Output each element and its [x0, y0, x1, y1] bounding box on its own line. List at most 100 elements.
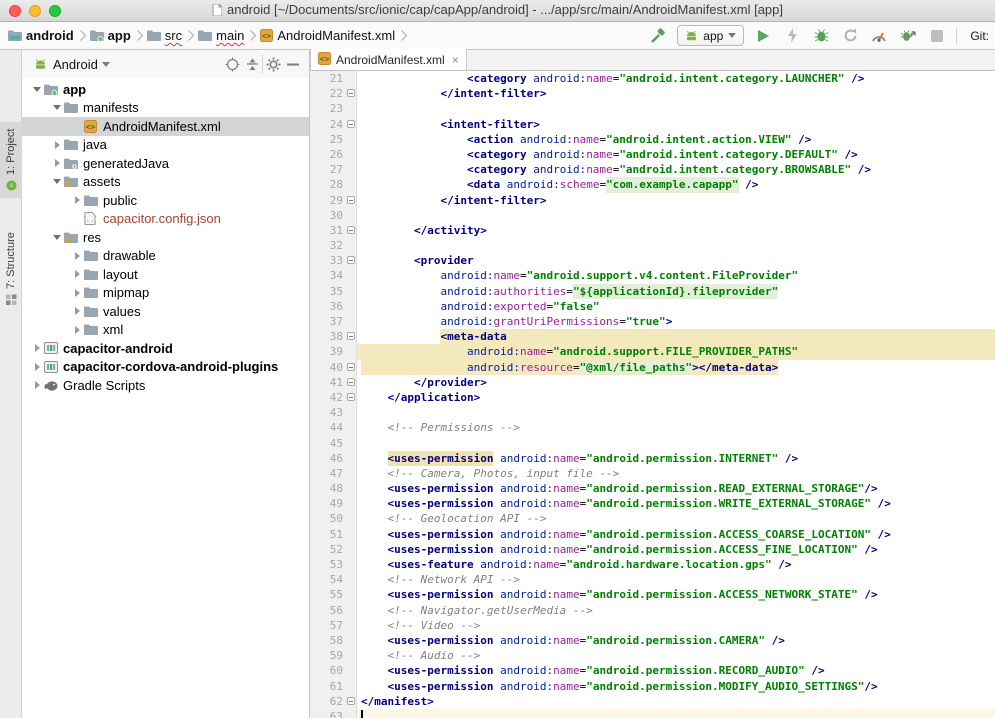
code-line-41[interactable]: </provider> [357, 375, 995, 390]
line-number[interactable]: 22 [310, 86, 356, 101]
line-number[interactable]: 51 [310, 527, 356, 542]
code-line-48[interactable]: <uses-permission android:name="android.p… [357, 481, 995, 496]
line-number[interactable]: 27 [310, 162, 356, 177]
expand-arrow-icon[interactable] [30, 363, 44, 371]
fold-marker-icon[interactable] [347, 196, 355, 204]
tree-item-gradle-scripts[interactable]: Gradle Scripts [22, 376, 309, 395]
line-number[interactable]: 21 [310, 71, 356, 86]
expand-arrow-icon[interactable] [70, 270, 84, 278]
tree-item-capacitor-android[interactable]: capacitor-android [22, 339, 309, 358]
line-number[interactable]: 30 [310, 208, 356, 223]
locate-file-button[interactable] [222, 54, 242, 74]
code-line-59[interactable]: <!-- Audio --> [357, 648, 995, 663]
line-number[interactable]: 54 [310, 572, 356, 587]
expand-arrow-icon[interactable] [70, 289, 84, 297]
line-number[interactable]: 29 [310, 193, 356, 208]
code-line-21[interactable]: <category android:name="android.intent.c… [357, 71, 995, 86]
tab-androidmanifest[interactable]: <> AndroidManifest.xml × [310, 49, 467, 70]
code-line-39[interactable]: android:name="android.support.FILE_PROVI… [357, 344, 995, 359]
line-number[interactable]: 48 [310, 481, 356, 496]
apply-changes-button[interactable] [782, 26, 802, 46]
line-number[interactable]: 58 [310, 633, 356, 648]
editor-gutter[interactable]: 2122232425262728293031323334353637383940… [310, 71, 357, 718]
code-line-38[interactable]: <meta-data [357, 329, 995, 344]
code-line-63[interactable] [357, 709, 995, 718]
build-hammer-button[interactable] [648, 26, 668, 46]
line-number[interactable]: 26 [310, 147, 356, 162]
line-number[interactable]: 63 [310, 709, 356, 718]
fold-marker-icon[interactable] [347, 256, 355, 264]
line-number[interactable]: 55 [310, 587, 356, 602]
tree-item-mipmap[interactable]: mipmap [22, 284, 309, 303]
line-number[interactable]: 41 [310, 375, 356, 390]
line-number[interactable]: 60 [310, 663, 356, 678]
line-number[interactable]: 45 [310, 436, 356, 451]
expand-arrow-icon[interactable] [70, 307, 84, 315]
collapse-all-button[interactable] [242, 54, 262, 74]
line-number[interactable]: 24 [310, 117, 356, 132]
tree-item-xml[interactable]: xml [22, 321, 309, 340]
line-number[interactable]: 40 [310, 360, 356, 375]
tree-item-app[interactable]: app [22, 80, 309, 99]
code-line-55[interactable]: <uses-permission android:name="android.p… [357, 587, 995, 602]
chevron-down-icon[interactable] [102, 62, 110, 67]
line-number[interactable]: 23 [310, 101, 356, 116]
line-number[interactable]: 36 [310, 299, 356, 314]
line-number[interactable]: 50 [310, 511, 356, 526]
expand-arrow-icon[interactable] [70, 196, 84, 204]
code-line-49[interactable]: <uses-permission android:name="android.p… [357, 496, 995, 511]
fold-marker-icon[interactable] [347, 120, 355, 128]
code-line-34[interactable]: android:name="android.support.v4.content… [357, 268, 995, 283]
line-number[interactable]: 25 [310, 132, 356, 147]
line-number[interactable]: 39 [310, 344, 356, 359]
code-line-54[interactable]: <!-- Network API --> [357, 572, 995, 587]
tree-item-androidmanifest-xml[interactable]: <>AndroidManifest.xml [22, 117, 309, 136]
tree-item-layout[interactable]: layout [22, 265, 309, 284]
code-line-29[interactable]: </intent-filter> [357, 193, 995, 208]
tree-item-drawable[interactable]: drawable [22, 247, 309, 266]
collapse-arrow-icon[interactable] [50, 235, 64, 240]
code-line-23[interactable] [357, 101, 995, 116]
hide-panel-button[interactable] [283, 54, 303, 74]
code-line-36[interactable]: android:exported="false" [357, 299, 995, 314]
code-line-37[interactable]: android:grantUriPermissions="true"> [357, 314, 995, 329]
fold-marker-icon[interactable] [347, 332, 355, 340]
breadcrumb-item-app[interactable]: app [90, 28, 131, 43]
fold-marker-icon[interactable] [347, 697, 355, 705]
collapse-arrow-icon[interactable] [50, 105, 64, 110]
code-line-30[interactable] [357, 208, 995, 223]
expand-arrow-icon[interactable] [30, 381, 44, 389]
tree-item-values[interactable]: values [22, 302, 309, 321]
rerun-coverage-button[interactable] [840, 26, 860, 46]
code-line-28[interactable]: <data android:scheme="com.example.capapp… [357, 177, 995, 192]
code-line-58[interactable]: <uses-permission android:name="android.p… [357, 633, 995, 648]
line-number[interactable]: 43 [310, 405, 356, 420]
code-line-26[interactable]: <category android:name="android.intent.c… [357, 147, 995, 162]
code-line-46[interactable]: <uses-permission android:name="android.p… [357, 451, 995, 466]
code-line-60[interactable]: <uses-permission android:name="android.p… [357, 663, 995, 678]
breadcrumb-item-android[interactable]: android [8, 28, 74, 43]
tool-window-button-project[interactable]: 1: Project [0, 122, 22, 198]
debug-button[interactable] [811, 26, 831, 46]
attach-debugger-button[interactable] [898, 26, 918, 46]
line-number[interactable]: 53 [310, 557, 356, 572]
tree-item-manifests[interactable]: manifests [22, 99, 309, 118]
line-number[interactable]: 56 [310, 603, 356, 618]
tree-item-java[interactable]: java [22, 136, 309, 155]
expand-arrow-icon[interactable] [70, 326, 84, 334]
code-line-43[interactable] [357, 405, 995, 420]
code-line-32[interactable] [357, 238, 995, 253]
expand-arrow-icon[interactable] [70, 252, 84, 260]
line-number[interactable]: 44 [310, 420, 356, 435]
fold-marker-icon[interactable] [347, 378, 355, 386]
code-line-51[interactable]: <uses-permission android:name="android.p… [357, 527, 995, 542]
line-number[interactable]: 35 [310, 284, 356, 299]
code-line-56[interactable]: <!-- Navigator.getUserMedia --> [357, 603, 995, 618]
settings-gear-button[interactable] [263, 54, 283, 74]
expand-arrow-icon[interactable] [50, 141, 64, 149]
collapse-arrow-icon[interactable] [30, 87, 44, 92]
fold-marker-icon[interactable] [347, 393, 355, 401]
code-editor[interactable]: <category android:name="android.intent.c… [357, 71, 995, 718]
stop-button[interactable] [927, 26, 947, 46]
tree-item-generatedjava[interactable]: generatedJava [22, 154, 309, 173]
